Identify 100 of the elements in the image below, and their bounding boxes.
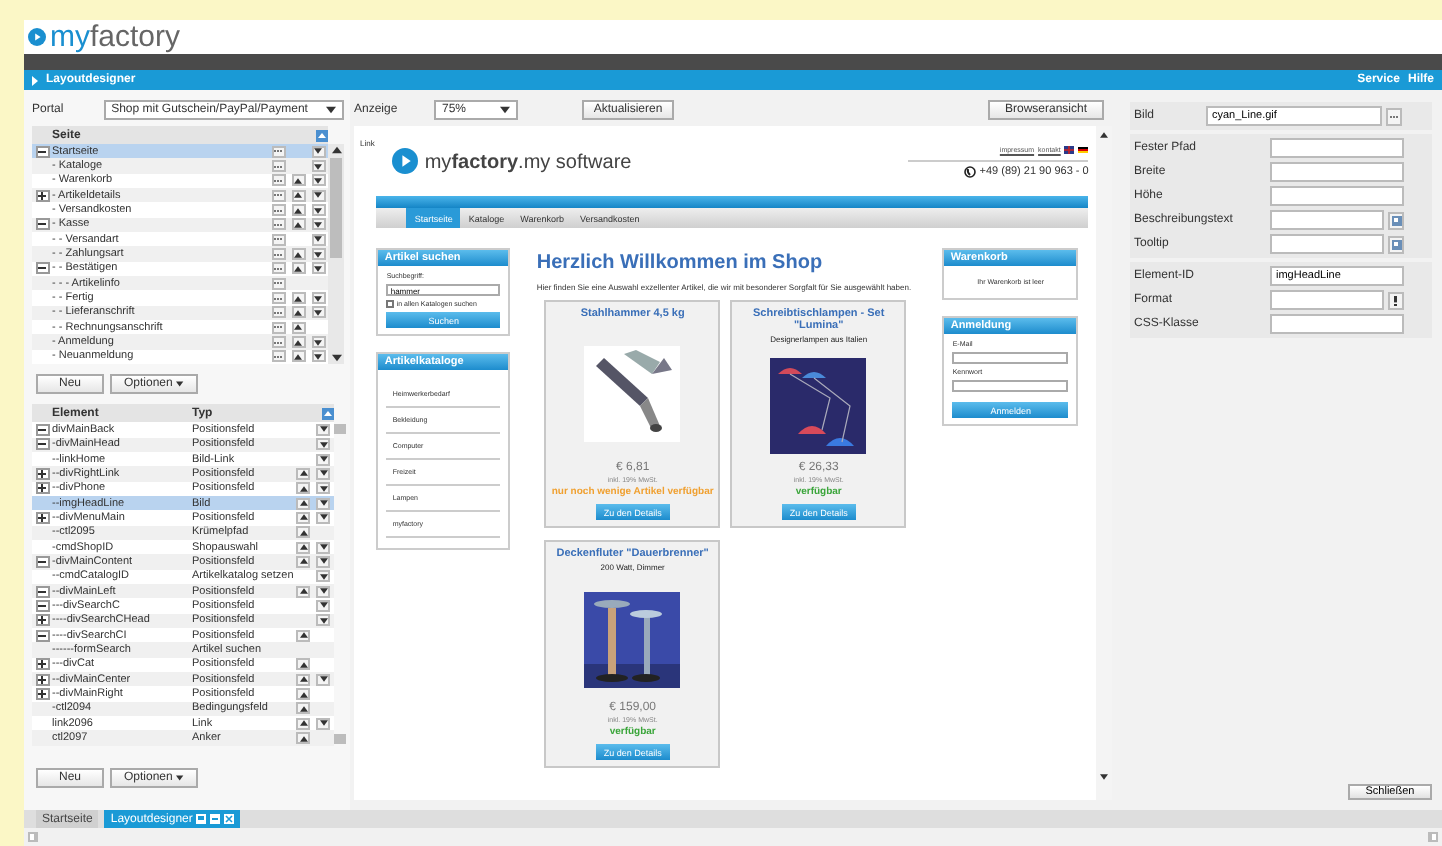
browse-button[interactable] xyxy=(271,189,285,202)
expand-button[interactable] xyxy=(35,511,49,524)
minimize-icon[interactable] xyxy=(210,814,221,824)
move-down-button[interactable] xyxy=(316,555,331,568)
browse-button[interactable] xyxy=(271,321,285,334)
move-up-button[interactable] xyxy=(296,585,311,598)
move-up-button[interactable] xyxy=(296,673,311,686)
expand-button[interactable] xyxy=(35,614,49,627)
collapse-button[interactable] xyxy=(35,423,49,436)
expand-button[interactable] xyxy=(35,688,49,701)
collapse-button[interactable] xyxy=(35,438,49,451)
property-field[interactable] xyxy=(1270,290,1384,310)
collapse-button[interactable] xyxy=(35,599,49,612)
move-up-button[interactable] xyxy=(291,262,305,275)
collapse-button[interactable] xyxy=(35,218,49,231)
email-field[interactable] xyxy=(952,352,1069,364)
move-up-button[interactable] xyxy=(291,174,305,187)
move-down-button[interactable] xyxy=(316,717,331,730)
move-up-button[interactable] xyxy=(296,629,311,642)
collapse-button[interactable] xyxy=(35,145,49,158)
browse-button[interactable] xyxy=(271,204,285,217)
expand-button[interactable] xyxy=(35,658,49,671)
move-up-button[interactable] xyxy=(291,218,305,231)
password-field[interactable] xyxy=(952,380,1069,392)
move-up-button[interactable] xyxy=(296,541,311,554)
move-up-button[interactable] xyxy=(296,511,311,524)
expand-button[interactable] xyxy=(35,673,49,686)
move-up-button[interactable] xyxy=(291,248,305,261)
move-down-button[interactable] xyxy=(316,585,331,598)
move-up-button[interactable] xyxy=(291,350,305,363)
move-down-button[interactable] xyxy=(311,174,325,187)
browse-button[interactable] xyxy=(271,160,285,173)
browse-button[interactable] xyxy=(1386,107,1402,125)
move-up-button[interactable] xyxy=(291,189,305,202)
collapse-button[interactable] xyxy=(35,585,49,598)
browse-button[interactable] xyxy=(271,145,285,158)
close-icon[interactable] xyxy=(224,814,235,824)
property-field[interactable] xyxy=(1270,186,1404,206)
move-down-button[interactable] xyxy=(311,306,325,319)
move-up-button[interactable] xyxy=(291,306,305,319)
move-down-button[interactable] xyxy=(316,467,331,480)
flag-icon[interactable] xyxy=(1078,146,1089,154)
move-down-button[interactable] xyxy=(316,570,331,583)
move-down-button[interactable] xyxy=(311,204,325,217)
translate-button[interactable] xyxy=(1388,211,1404,229)
move-down-button[interactable] xyxy=(311,233,325,246)
property-field[interactable] xyxy=(1270,138,1404,158)
move-up-button[interactable] xyxy=(291,336,305,349)
move-up-button[interactable] xyxy=(296,732,311,745)
move-down-button[interactable] xyxy=(316,673,331,686)
move-down-button[interactable] xyxy=(311,350,325,363)
browse-button[interactable] xyxy=(271,174,285,187)
move-down-button[interactable] xyxy=(311,145,325,158)
move-down-button[interactable] xyxy=(311,160,325,173)
move-down-button[interactable] xyxy=(311,218,325,231)
move-up-button[interactable] xyxy=(296,658,311,671)
collapse-button[interactable] xyxy=(35,555,49,568)
move-up-button[interactable] xyxy=(296,497,311,510)
move-down-button[interactable] xyxy=(311,262,325,275)
move-down-button[interactable] xyxy=(316,511,331,524)
browse-button[interactable] xyxy=(271,306,285,319)
move-up-button[interactable] xyxy=(291,292,305,305)
expand-button[interactable] xyxy=(35,482,49,495)
translate-button[interactable] xyxy=(1388,235,1404,253)
move-up-button[interactable] xyxy=(296,717,311,730)
move-down-button[interactable] xyxy=(311,292,325,305)
move-down-button[interactable] xyxy=(311,336,325,349)
move-up-button[interactable] xyxy=(296,702,311,715)
browse-button[interactable] xyxy=(271,277,285,290)
browse-button[interactable] xyxy=(271,233,285,246)
property-field[interactable] xyxy=(1270,210,1384,230)
move-down-button[interactable] xyxy=(316,614,331,627)
checkbox[interactable] xyxy=(386,300,395,308)
move-down-button[interactable] xyxy=(316,423,331,436)
move-down-button[interactable] xyxy=(316,453,331,466)
collapse-button[interactable] xyxy=(35,629,49,642)
property-field[interactable] xyxy=(1270,234,1384,254)
move-up-button[interactable] xyxy=(296,688,311,701)
move-down-button[interactable] xyxy=(316,497,331,510)
collapse-button[interactable] xyxy=(35,262,49,275)
move-down-button[interactable] xyxy=(316,541,331,554)
move-up-button[interactable] xyxy=(296,526,311,539)
move-up-button[interactable] xyxy=(296,482,311,495)
expand-button[interactable] xyxy=(35,467,49,480)
move-down-button[interactable] xyxy=(316,438,331,451)
move-up-button[interactable] xyxy=(296,467,311,480)
browse-button[interactable] xyxy=(271,292,285,305)
flag-icon[interactable] xyxy=(1064,146,1075,154)
property-field[interactable] xyxy=(1270,162,1404,182)
expand-button[interactable] xyxy=(35,189,49,202)
browse-button[interactable] xyxy=(271,262,285,275)
browse-button[interactable] xyxy=(271,350,285,363)
move-down-button[interactable] xyxy=(316,599,331,612)
move-down-button[interactable] xyxy=(311,248,325,261)
format-button[interactable] xyxy=(1388,291,1404,309)
move-up-button[interactable] xyxy=(296,555,311,568)
save-icon[interactable] xyxy=(196,814,207,824)
move-up-button[interactable] xyxy=(291,321,305,334)
browse-button[interactable] xyxy=(271,248,285,261)
move-down-button[interactable] xyxy=(316,482,331,495)
